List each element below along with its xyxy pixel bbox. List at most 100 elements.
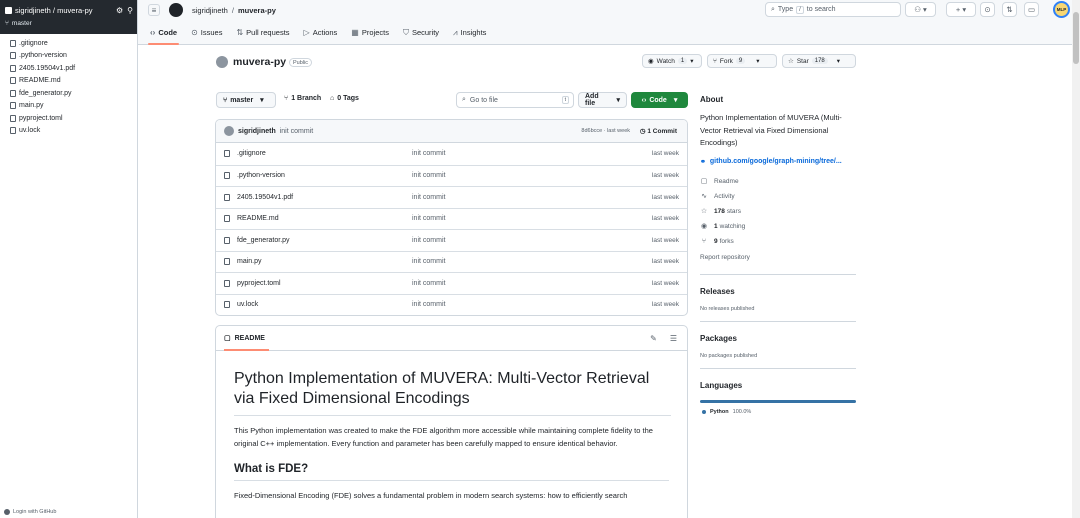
code-button[interactable]: ‹› Code ▾ [631, 92, 688, 108]
file-commit-message[interactable]: init commit [412, 150, 445, 157]
file-name[interactable]: fde_generator.py [237, 237, 412, 244]
branch-selector[interactable]: ⑂ master ▾ [216, 92, 276, 108]
tab-code[interactable]: ‹› Code [148, 25, 180, 45]
tab-projects[interactable]: ▦ Projects [349, 25, 391, 45]
file-name[interactable]: uv.lock [237, 301, 412, 308]
fork-button[interactable]: ⑂ Fork 9 ▾ [707, 54, 777, 68]
branches-link[interactable]: ⑂ 1 Branch [284, 95, 321, 102]
file-commit-message[interactable]: init commit [412, 237, 445, 244]
packages-heading[interactable]: Packages [700, 334, 856, 343]
file-commit-message[interactable]: init commit [412, 215, 445, 222]
star-button[interactable]: ☆ Star 178 ▾ [782, 54, 856, 68]
file-commit-message[interactable]: init commit [412, 172, 445, 179]
language-item[interactable]: Python 100.0% [700, 409, 856, 415]
commit-author[interactable]: sigridjineth [238, 128, 276, 135]
tab-insights[interactable]: ⩘ Insights [451, 25, 488, 45]
file-tree-item[interactable]: README.md [0, 75, 137, 88]
avatar[interactable]: MLP [1053, 1, 1070, 18]
file-name[interactable]: main.py [237, 258, 412, 265]
issues-button[interactable]: ⊙ [980, 2, 995, 17]
releases-heading[interactable]: Releases [700, 287, 856, 296]
readme-link[interactable]: ▢ Readme [700, 174, 856, 189]
login-with-github[interactable]: Login with GitHub [4, 509, 56, 515]
language-name: Python [710, 408, 729, 415]
avatar[interactable] [224, 126, 234, 136]
file-tree-item[interactable]: .gitignore [0, 37, 137, 50]
tab-security[interactable]: ⛉ Security [401, 25, 441, 45]
fork-count: 9 [735, 58, 746, 64]
file-tree-item[interactable]: main.py [0, 100, 137, 113]
file-commit-message[interactable]: init commit [412, 280, 445, 287]
scrollbar-thumb[interactable] [1073, 12, 1079, 64]
file-tree-item-label: .gitignore [19, 39, 48, 47]
tab-readme[interactable]: ▢ README [224, 326, 269, 351]
file-tree-item-label: uv.lock [19, 127, 41, 135]
homepage-link[interactable]: ⚭ github.com/google/graph-mining/tree/..… [700, 158, 856, 166]
pull-requests-button[interactable]: ⇅ [1002, 2, 1017, 17]
file-commit-time: last week [651, 258, 679, 266]
table-row[interactable]: .python-version init commit last week [216, 164, 687, 187]
notifications-button[interactable]: ▭ [1024, 2, 1039, 17]
tab-label: Actions [312, 28, 338, 37]
file-commit-message[interactable]: init commit [412, 301, 445, 308]
github-logo-icon[interactable] [169, 3, 183, 17]
file-tree-repo[interactable]: sigridjineth / muvera-py [5, 6, 132, 15]
page-scrollbar[interactable] [1072, 0, 1080, 518]
search-icon: ⌕ [462, 96, 466, 103]
watch-button[interactable]: ◉ Watch 1 ▾ [642, 54, 702, 68]
watching-link[interactable]: ◉ 1 watching [700, 219, 856, 234]
file-name[interactable]: pyproject.toml [237, 280, 412, 287]
code-icon: ‹› [641, 96, 647, 104]
pencil-icon[interactable]: ✎ [650, 334, 657, 343]
add-file-button[interactable]: Add file ▾ [578, 92, 627, 108]
breadcrumb-owner[interactable]: sigridjineth [192, 6, 228, 15]
create-new-button[interactable]: + ▾ [946, 2, 976, 17]
file-tree-sidebar: sigridjineth / muvera-py ⑂ master ⚙ ⚲ .g… [0, 0, 138, 518]
book-icon: ▢ [700, 177, 708, 185]
table-row[interactable]: uv.lock init commit last week [216, 293, 687, 316]
menu-icon[interactable]: ≡ [148, 4, 160, 16]
activity-link[interactable]: ∿ Activity [700, 189, 856, 204]
file-tree-item[interactable]: uv.lock [0, 125, 137, 138]
file-name[interactable]: .gitignore [237, 150, 412, 157]
search-input[interactable]: ⌕ Type / to search [765, 2, 901, 17]
commit-count[interactable]: ◷ 1 Commit [640, 127, 677, 135]
report-repository-link[interactable]: Report repository [700, 250, 856, 265]
tab-actions[interactable]: ▷ Actions [302, 25, 340, 45]
copilot-button[interactable]: ⚇ ▾ [905, 2, 936, 17]
tags-label: 0 Tags [337, 95, 359, 102]
breadcrumb-repo[interactable]: muvera-py [238, 6, 276, 15]
forks-link[interactable]: ⑂ 9 forks [700, 234, 856, 249]
tab-issues[interactable]: ⊙ Issues [189, 25, 224, 45]
commit-hash[interactable]: 8d6bcce · last week [581, 128, 630, 134]
gear-icon[interactable]: ⚙ [116, 6, 123, 15]
table-row[interactable]: .gitignore init commit last week [216, 143, 687, 165]
tab-pull-requests[interactable]: ⇅ Pull requests [234, 25, 291, 45]
table-row[interactable]: 2405.19504v1.pdf init commit last week [216, 186, 687, 208]
outline-list-icon[interactable]: ☰ [670, 334, 677, 343]
file-tree-item[interactable]: 2405.19504v1.pdf [0, 62, 137, 75]
table-row[interactable]: pyproject.toml init commit last week [216, 272, 687, 294]
file-commit-message[interactable]: init commit [412, 258, 445, 265]
table-row[interactable]: fde_generator.py init commit last week [216, 229, 687, 251]
stars-link[interactable]: ☆ 178 stars [700, 204, 856, 219]
file-tree-branch[interactable]: ⑂ master [5, 20, 132, 27]
file-tree-item[interactable]: pyproject.toml [0, 112, 137, 125]
file-name[interactable]: README.md [237, 215, 412, 222]
go-to-file-input[interactable]: ⌕ Go to file t [456, 92, 574, 108]
pin-icon[interactable]: ⚲ [127, 6, 133, 15]
commit-message[interactable]: init commit [280, 128, 313, 135]
file-commit-message[interactable]: init commit [412, 194, 445, 201]
file-name[interactable]: .python-version [237, 172, 412, 179]
owner-avatar[interactable] [216, 56, 228, 68]
readme-subheading: What is FDE? [234, 463, 669, 481]
eye-icon: ◉ [648, 58, 654, 65]
file-tree-item[interactable]: .python-version [0, 50, 137, 63]
file-name[interactable]: 2405.19504v1.pdf [237, 194, 412, 201]
file-tree-item[interactable]: fde_generator.py [0, 87, 137, 100]
repo-title[interactable]: muvera-py [233, 56, 286, 68]
code-file-icon [10, 89, 16, 97]
table-row[interactable]: main.py init commit last week [216, 250, 687, 273]
table-row[interactable]: README.md init commit last week [216, 207, 687, 230]
tags-link[interactable]: ⌂ 0 Tags [330, 95, 359, 102]
